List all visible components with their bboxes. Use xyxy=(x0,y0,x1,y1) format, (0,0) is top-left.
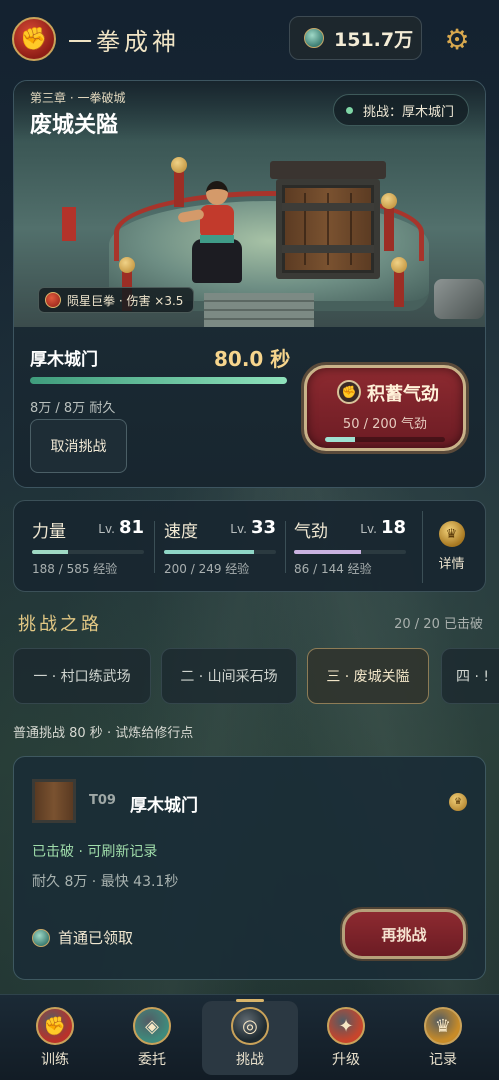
gate-roof xyxy=(270,161,386,179)
target-card-name: 厚木城门 xyxy=(130,796,198,816)
stat-exp-bar xyxy=(32,550,144,554)
durability-text: 8万 / 8万 耐久 xyxy=(30,401,116,416)
trophy-icon: ♛ xyxy=(438,521,465,547)
stats-panel: 力量 Lv. 81 188 / 585 经验 速度 Lv. 33 200 / 249… xyxy=(13,500,486,592)
challenge-target-icon: ◎ xyxy=(231,1007,269,1045)
nav-item-commission[interactable]: ◈ 委托 xyxy=(104,995,200,1080)
target-id: T09 xyxy=(89,793,116,808)
stat-level: Lv. 18 xyxy=(360,517,406,538)
gate-thumbnail-icon xyxy=(32,779,76,823)
target-card: T09 厚木城门 ♛ 已击破 · 可刷新记录 耐久 8万 · 最快 43.1秒 … xyxy=(13,756,486,980)
challenge-label: 挑战：厚木城门 xyxy=(362,104,454,120)
chapter-tabs: 一 · 村口练武场 二 · 山间采石场 三 · 废城关隘 四 · ! xyxy=(13,648,499,704)
stat-level: Lv. 81 xyxy=(98,517,144,538)
bottom-nav: ✊ 训练 ◈ 委托 ◎ 挑战 ✦ 升级 ♛ 记录 xyxy=(0,994,499,1080)
banner-icon xyxy=(62,207,76,241)
boulder xyxy=(434,279,484,319)
fist-logo-icon: ✊ xyxy=(12,17,56,61)
medal-icon: ♛ xyxy=(449,793,467,811)
stat-exp-bar xyxy=(294,550,406,554)
retry-button[interactable]: 再挑战 xyxy=(342,909,466,959)
stat-strength: 力量 Lv. 81 188 / 585 经验 xyxy=(32,517,144,577)
charge-fill xyxy=(325,437,355,442)
cancel-challenge-button[interactable]: 取消挑战 xyxy=(30,419,127,473)
stat-exp-bar xyxy=(164,550,276,554)
nav-item-upgrade[interactable]: ✦ 升级 xyxy=(298,995,394,1080)
train-fist-icon: ✊ xyxy=(36,1007,74,1045)
target-status: 已击破 · 可刷新记录 xyxy=(32,844,158,860)
stat-qi: 气劲 Lv. 18 86 / 144 经验 xyxy=(294,517,406,577)
stage-title: 废城关隘 xyxy=(30,113,119,138)
upgrade-flame-icon: ✦ xyxy=(327,1007,365,1045)
nav-item-challenge[interactable]: ◎ 挑战 xyxy=(202,999,298,1075)
nav-label: 记录 xyxy=(429,1052,457,1068)
nav-label: 训练 xyxy=(41,1052,69,1068)
chapter-tab-active[interactable]: 三 · 废城关隘 xyxy=(307,648,429,704)
durability-bar xyxy=(30,377,287,384)
charge-label: 积蓄气劲 xyxy=(367,384,439,405)
buff-label: 陨星巨拳 · 伤害 ×3.5 xyxy=(67,293,184,308)
stat-exp: 86 / 144 经验 xyxy=(294,562,372,576)
jade-coin-icon xyxy=(32,928,50,947)
railing-post xyxy=(391,257,407,307)
nav-label: 升级 xyxy=(332,1052,360,1068)
commission-jade-icon: ◈ xyxy=(133,1007,171,1045)
charge-power-button[interactable]: ✊ 积蓄气劲 50 / 200 气劲 xyxy=(304,365,466,451)
target-info: 耐久 8万 · 最快 43.1秒 xyxy=(32,874,179,890)
first-clear-reward: 首通已领取 xyxy=(32,927,133,948)
settings-gear-icon[interactable]: ⚙ xyxy=(436,18,478,60)
stone-stairs xyxy=(204,293,314,327)
jade-coin-icon xyxy=(304,28,324,48)
charge-progress-text: 50 / 200 气劲 xyxy=(342,417,428,432)
app-title: 一拳成神 xyxy=(68,27,180,56)
records-trophy-icon: ♛ xyxy=(424,1007,462,1045)
chapter-tab[interactable]: 一 · 村口练武场 xyxy=(13,648,151,704)
currency-value: 151.7万 xyxy=(334,28,414,51)
wooden-gate-target[interactable] xyxy=(276,179,380,279)
reward-label: 首通已领取 xyxy=(58,929,134,947)
nav-item-records[interactable]: ♛ 记录 xyxy=(395,995,491,1080)
defeated-count: 20 / 20 已击破 xyxy=(394,617,483,632)
top-bar: ✊ 一拳成神 xyxy=(0,0,499,78)
nav-item-train[interactable]: ✊ 训练 xyxy=(7,995,103,1080)
stage-scene: 第三章 · 一拳破城 废城关隘 挑战：厚木城门 陨星巨拳 · 伤害 ×3.5 xyxy=(14,81,485,327)
currency-display[interactable]: 151.7万 xyxy=(289,16,422,60)
challenge-status-pill: 挑战：厚木城门 xyxy=(332,94,469,126)
chapter-tab[interactable]: 四 · ! xyxy=(441,648,499,704)
nav-label: 委托 xyxy=(138,1052,166,1068)
nav-label: 挑战 xyxy=(236,1052,264,1068)
chapter-tab[interactable]: 二 · 山间采石场 xyxy=(161,648,297,704)
details-label: 详情 xyxy=(438,557,465,572)
buff-chip: 陨星巨拳 · 伤害 ×3.5 xyxy=(38,287,195,313)
railing-post xyxy=(381,193,397,251)
stage-card: 第三章 · 一拳破城 废城关隘 挑战：厚木城门 陨星巨拳 · 伤害 ×3.5 厚… xyxy=(13,80,486,488)
challenge-road-title: 挑战之路 xyxy=(18,614,102,635)
chapter-label: 第三章 · 一拳破城 xyxy=(30,91,126,105)
martial-artist-character xyxy=(174,181,254,291)
details-button[interactable]: ♛ 详情 xyxy=(422,511,480,583)
stat-exp: 200 / 249 经验 xyxy=(164,562,250,576)
meteor-fist-icon xyxy=(45,292,61,308)
countdown-timer: 80.0 秒 xyxy=(214,347,291,371)
charge-bar xyxy=(325,437,445,442)
target-name: 厚木城门 xyxy=(30,350,98,370)
status-dot-icon xyxy=(345,106,353,114)
stat-exp: 188 / 585 经验 xyxy=(32,562,118,576)
stat-speed: 速度 Lv. 33 200 / 249 经验 xyxy=(164,517,276,577)
road-description: 普通挑战 80 秒 · 试炼给修行点 xyxy=(13,726,194,741)
fist-icon: ✊ xyxy=(337,380,361,404)
durability-fill xyxy=(30,377,287,384)
stat-level: Lv. 33 xyxy=(230,517,276,538)
